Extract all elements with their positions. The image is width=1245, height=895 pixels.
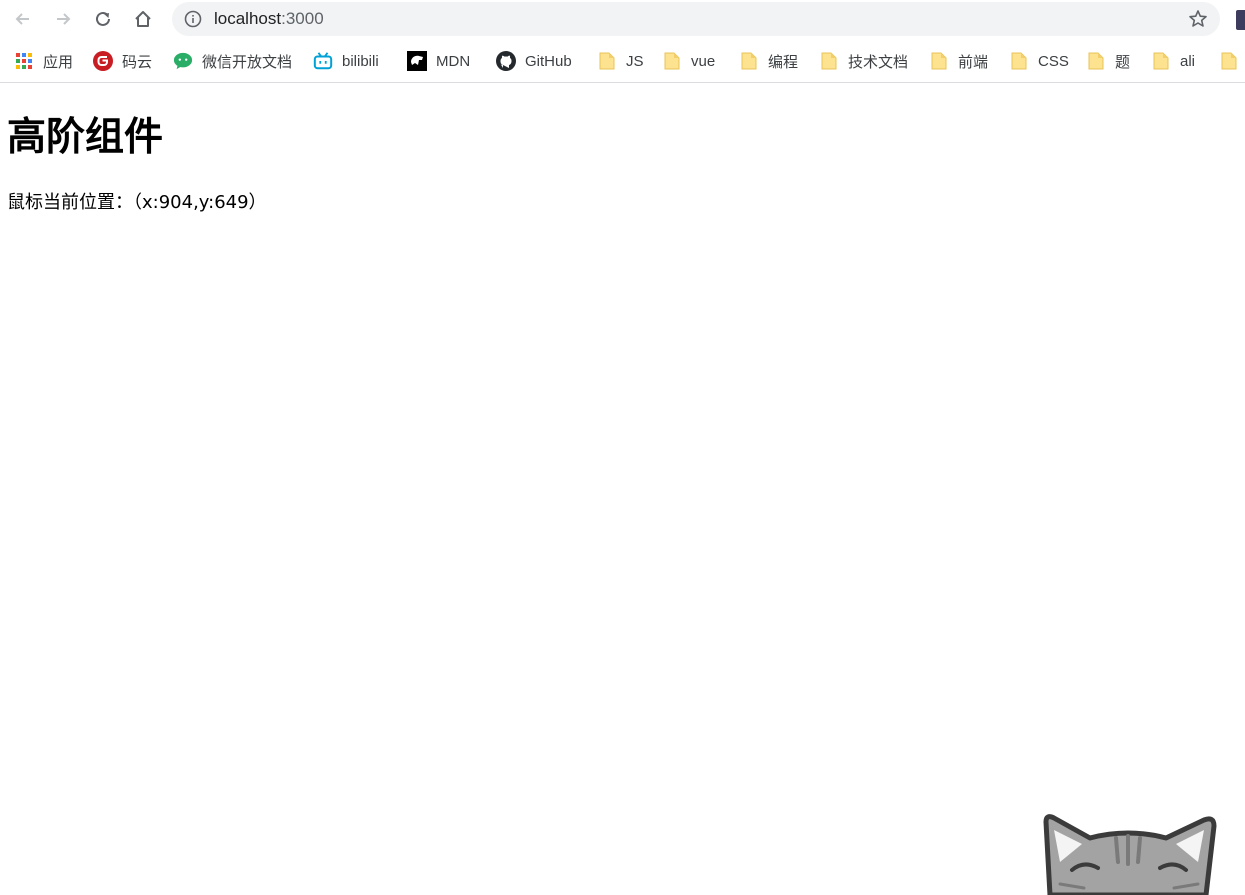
bookmark-label: vue xyxy=(691,52,716,70)
url-port: :3000 xyxy=(281,9,324,28)
bookmark-folder-tech-docs[interactable]: 技术文档 xyxy=(819,41,908,81)
url-host: localhost xyxy=(214,9,282,28)
bookmark-label: MDN xyxy=(436,52,471,70)
bookmark-folder-css[interactable]: CSS xyxy=(1009,41,1069,81)
bookmark-label: 码云 xyxy=(122,53,153,71)
bookmark-label: 技术文档 xyxy=(848,53,909,71)
mdn-icon xyxy=(407,51,427,71)
apps-grid-icon xyxy=(14,51,34,71)
folder-icon xyxy=(1219,51,1239,71)
folder-icon xyxy=(739,51,759,71)
reload-icon xyxy=(96,11,110,26)
cat-image xyxy=(1043,814,1217,895)
bookmark-folder-ali[interactable]: ali xyxy=(1151,41,1195,81)
bookmark-label: JS xyxy=(626,52,644,70)
folder-icon xyxy=(1009,51,1029,71)
folder-icon xyxy=(662,51,682,71)
wechat-icon xyxy=(173,51,193,71)
back-arrow-icon xyxy=(15,13,29,25)
mouse-position-text: 鼠标当前位置：（x:904,y:649） xyxy=(7,192,267,213)
bookmark-folder-overflow[interactable] xyxy=(1219,41,1239,81)
browser-toolbar: localhost:3000 xyxy=(0,0,1245,40)
home-icon xyxy=(135,11,151,27)
back-button[interactable] xyxy=(10,6,36,32)
bookmark-label: 编程 xyxy=(768,53,799,71)
bookmark-folder-frontend[interactable]: 前端 xyxy=(929,41,988,81)
folder-icon xyxy=(1151,51,1171,71)
bookmark-bilibili[interactable]: bilibili xyxy=(313,41,379,81)
bookmark-label: 前端 xyxy=(958,53,989,71)
info-icon[interactable] xyxy=(184,10,202,28)
bookmarks-bar: 应用 码云 微信开放文档 bilibili MDN GitHub JS vue … xyxy=(0,41,1245,83)
bookmark-folder-js[interactable]: JS xyxy=(597,41,644,81)
bookmark-wechat-docs[interactable]: 微信开放文档 xyxy=(173,41,292,81)
reload-button[interactable] xyxy=(90,6,116,32)
folder-icon xyxy=(819,51,839,71)
forward-arrow-icon xyxy=(57,13,71,25)
bookmark-folder-vue[interactable]: vue xyxy=(662,41,715,81)
bookmark-apps[interactable]: 应用 xyxy=(14,41,73,81)
folder-icon xyxy=(597,51,617,71)
bookmark-folder-questions[interactable]: 题 xyxy=(1086,41,1130,81)
address-bar[interactable]: localhost:3000 xyxy=(172,2,1220,36)
folder-icon xyxy=(929,51,949,71)
home-button[interactable] xyxy=(130,6,156,32)
page-title: 高阶组件 xyxy=(7,115,164,160)
github-icon xyxy=(496,51,516,71)
bookmark-label: GitHub xyxy=(525,52,572,70)
forward-button[interactable] xyxy=(50,6,76,32)
bookmark-mdn[interactable]: MDN xyxy=(407,41,470,81)
gitee-icon xyxy=(93,51,113,71)
bookmark-label: 应用 xyxy=(43,53,74,71)
folder-icon xyxy=(1086,51,1106,71)
bookmark-github[interactable]: GitHub xyxy=(496,41,572,81)
bookmark-gitee[interactable]: 码云 xyxy=(93,41,152,81)
bookmark-star-icon[interactable] xyxy=(1188,9,1208,29)
bookmark-label: bilibili xyxy=(342,52,379,70)
bilibili-icon xyxy=(313,51,333,71)
bookmark-label: 题 xyxy=(1115,53,1131,71)
extension-icon[interactable] xyxy=(1236,10,1245,30)
url-text: localhost:3000 xyxy=(214,9,324,29)
bookmark-label: CSS xyxy=(1038,52,1069,70)
bookmark-label: ali xyxy=(1180,52,1196,70)
bookmark-folder-programming[interactable]: 编程 xyxy=(739,41,798,81)
bookmark-label: 微信开放文档 xyxy=(202,53,293,71)
